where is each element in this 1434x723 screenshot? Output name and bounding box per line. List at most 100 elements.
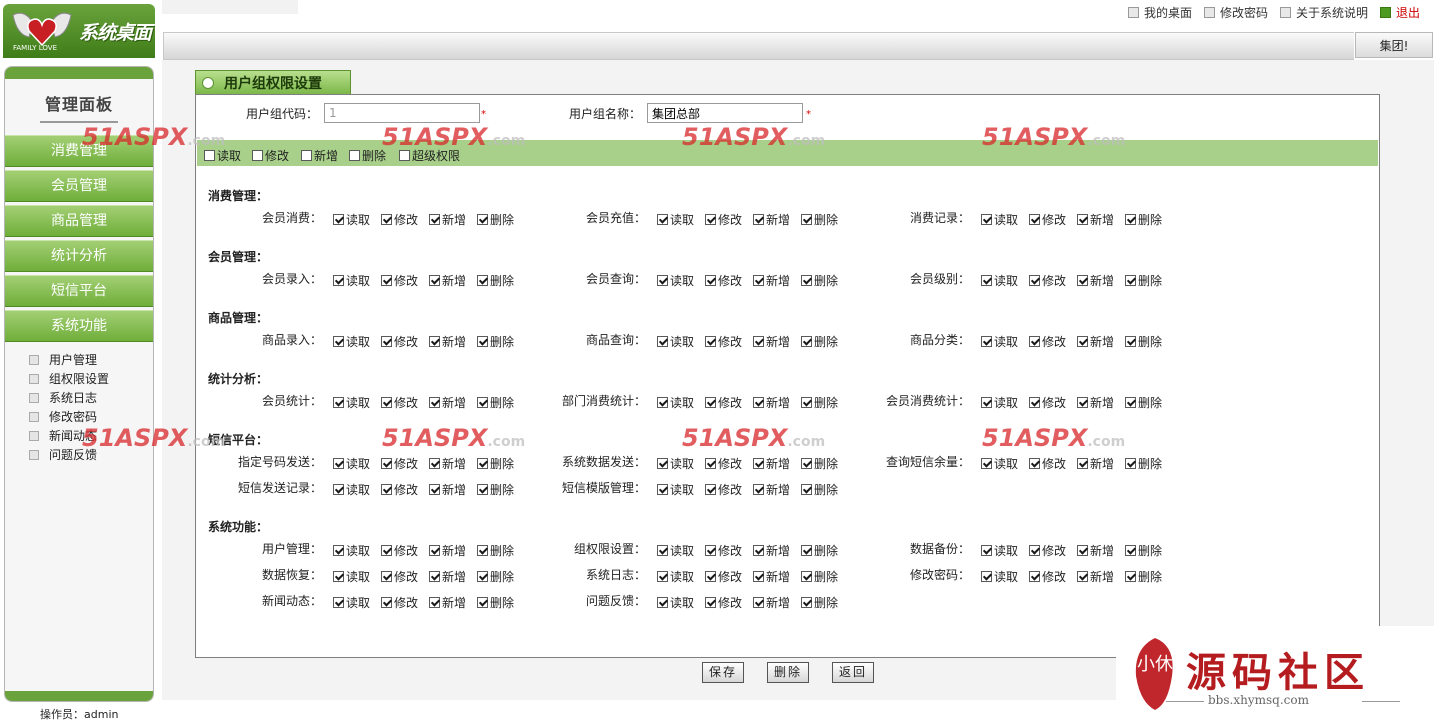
checkbox-box[interactable] (1029, 214, 1040, 225)
checkbox-box[interactable] (477, 571, 488, 582)
checkbox-box[interactable] (301, 150, 312, 161)
checkbox-box[interactable] (981, 571, 992, 582)
checkbox-box[interactable] (429, 597, 440, 608)
permission-checkbox[interactable]: 新增 (429, 455, 466, 472)
checkbox-box[interactable] (1125, 336, 1136, 347)
permission-checkbox[interactable]: 删除 (1125, 542, 1162, 559)
my-desktop-link[interactable]: 我的桌面 (1127, 4, 1192, 21)
permission-checkbox[interactable]: 读取 (981, 211, 1018, 228)
permission-checkbox[interactable]: 修改 (705, 594, 742, 611)
permission-checkbox[interactable]: 删除 (477, 542, 514, 559)
permission-checkbox[interactable]: 读取 (657, 333, 694, 350)
checkbox-box[interactable] (381, 458, 392, 469)
permission-checkbox[interactable]: 修改 (381, 272, 418, 289)
checkbox-box[interactable] (252, 150, 263, 161)
checkbox-box[interactable] (381, 571, 392, 582)
change-password-link[interactable]: 修改密码 (1203, 4, 1268, 21)
checkbox-box[interactable] (1077, 275, 1088, 286)
permission-checkbox[interactable]: 新增 (753, 455, 790, 472)
save-button[interactable]: 保存 (702, 662, 744, 683)
permission-checkbox[interactable]: 删除 (1125, 211, 1162, 228)
permission-checkbox[interactable]: 删除 (477, 272, 514, 289)
permission-checkbox[interactable]: 新增 (429, 594, 466, 611)
checkbox-box[interactable] (1029, 458, 1040, 469)
permission-checkbox[interactable]: 读取 (333, 542, 370, 559)
permission-checkbox[interactable]: 删除 (801, 481, 838, 498)
permission-checkbox[interactable]: 修改 (381, 455, 418, 472)
checkbox-box[interactable] (204, 150, 215, 161)
permission-checkbox[interactable]: 修改 (1029, 333, 1066, 350)
permission-checkbox[interactable]: 删除 (801, 333, 838, 350)
permission-checkbox[interactable]: 新增 (753, 211, 790, 228)
checkbox-box[interactable] (657, 336, 668, 347)
checkbox-box[interactable] (753, 397, 764, 408)
checkbox-box[interactable] (801, 571, 812, 582)
permission-checkbox[interactable]: 新增 (429, 542, 466, 559)
permission-checkbox[interactable]: 读取 (981, 455, 1018, 472)
checkbox-box[interactable] (1125, 214, 1136, 225)
checkbox-box[interactable] (981, 458, 992, 469)
permission-checkbox[interactable]: 读取 (657, 211, 694, 228)
permission-checkbox[interactable]: 修改 (381, 211, 418, 228)
permission-checkbox[interactable]: 新增 (753, 272, 790, 289)
checkbox-box[interactable] (381, 545, 392, 556)
about-link[interactable]: 关于系统说明 (1279, 4, 1368, 21)
permission-checkbox[interactable]: 修改 (705, 455, 742, 472)
checkbox-box[interactable] (429, 214, 440, 225)
permission-checkbox[interactable]: 新增 (1077, 394, 1114, 411)
checkbox-box[interactable] (657, 545, 668, 556)
checkbox-box[interactable] (381, 336, 392, 347)
checkbox-box[interactable] (381, 484, 392, 495)
permission-checkbox[interactable]: 读取 (657, 594, 694, 611)
checkbox-box[interactable] (1077, 545, 1088, 556)
checkbox-box[interactable] (1029, 336, 1040, 347)
permission-checkbox[interactable]: 读取 (657, 394, 694, 411)
checkbox-box[interactable] (801, 336, 812, 347)
checkbox-box[interactable] (477, 458, 488, 469)
checkbox-box[interactable] (1077, 571, 1088, 582)
group-name-input[interactable] (647, 103, 803, 123)
permission-checkbox[interactable]: 读取 (333, 568, 370, 585)
group-code-input[interactable] (324, 103, 480, 123)
checkbox-box[interactable] (333, 571, 344, 582)
checkbox-box[interactable] (333, 545, 344, 556)
checkbox-box[interactable] (381, 597, 392, 608)
checkbox-box[interactable] (753, 571, 764, 582)
checkbox-box[interactable] (1077, 458, 1088, 469)
permission-checkbox[interactable]: 读取 (333, 481, 370, 498)
permission-checkbox[interactable]: 新增 (429, 211, 466, 228)
checkbox-box[interactable] (381, 214, 392, 225)
permission-checkbox[interactable]: 修改 (705, 211, 742, 228)
permission-checkbox[interactable]: 修改 (1029, 394, 1066, 411)
checkbox-box[interactable] (429, 571, 440, 582)
permission-checkbox[interactable]: 读取 (981, 333, 1018, 350)
permission-checkbox[interactable]: 删除 (801, 568, 838, 585)
checkbox-box[interactable] (1077, 214, 1088, 225)
checkbox-box[interactable] (333, 458, 344, 469)
checkbox-box[interactable] (429, 484, 440, 495)
checkbox-box[interactable] (1029, 397, 1040, 408)
checkbox-box[interactable] (1125, 545, 1136, 556)
checkbox-box[interactable] (705, 214, 716, 225)
permission-checkbox[interactable]: 新增 (753, 481, 790, 498)
checkbox-box[interactable] (657, 484, 668, 495)
checkbox-box[interactable] (801, 214, 812, 225)
permission-checkbox[interactable]: 删除 (477, 455, 514, 472)
permission-checkbox[interactable]: 删除 (1125, 455, 1162, 472)
permission-checkbox[interactable]: 读取 (981, 394, 1018, 411)
permission-checkbox[interactable]: 读取 (981, 272, 1018, 289)
checkbox-box[interactable] (657, 571, 668, 582)
sidebar-menu-item[interactable]: 商品管理 (5, 205, 153, 237)
global-permission-checkbox[interactable]: 读取 (204, 147, 241, 164)
permission-checkbox[interactable]: 新增 (753, 594, 790, 611)
checkbox-box[interactable] (477, 545, 488, 556)
permission-checkbox[interactable]: 读取 (657, 568, 694, 585)
checkbox-box[interactable] (429, 275, 440, 286)
checkbox-box[interactable] (333, 397, 344, 408)
checkbox-box[interactable] (333, 484, 344, 495)
checkbox-box[interactable] (477, 597, 488, 608)
permission-checkbox[interactable]: 删除 (477, 568, 514, 585)
permission-checkbox[interactable]: 新增 (1077, 211, 1114, 228)
permission-checkbox[interactable]: 删除 (477, 594, 514, 611)
sidebar-submenu-item[interactable]: 新闻动态 (29, 426, 153, 445)
